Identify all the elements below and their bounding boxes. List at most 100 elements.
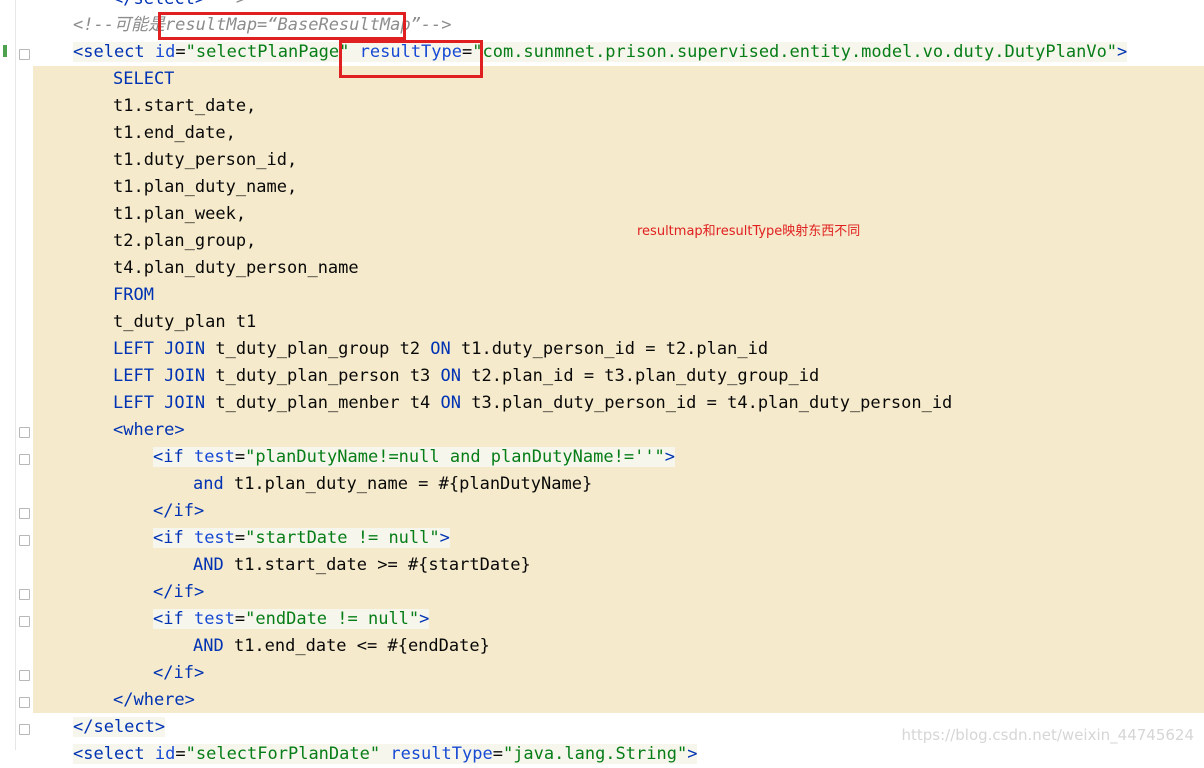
code-line[interactable]: </if> (33, 660, 204, 687)
code-token: = (492, 744, 503, 764)
code-line[interactable]: <if test="endDate != null"> (33, 606, 430, 633)
code-token: > (664, 447, 676, 467)
code-line[interactable]: SELECT (33, 66, 174, 93)
code-token: --> (205, 0, 246, 9)
code-line[interactable]: t4.plan_duty_person_name (33, 255, 359, 282)
code-token: "com.sunmnet.prison.supervised.entity.mo… (472, 42, 1118, 62)
code-token: "planDutyName!=null and planDutyName!=''… (245, 447, 665, 467)
code-token: t_duty_plan_group t2 (205, 339, 431, 359)
code-token: t1.end_date <= #{endDate} (223, 636, 490, 656)
red-highlight-box-resultmap (158, 12, 406, 40)
code-token: t_duty_plan_menber t4 (205, 393, 441, 413)
code-line[interactable]: LEFT JOIN t_duty_plan_person t3 ON t2.pl… (33, 363, 819, 390)
code-token: "startDate != null" (245, 528, 440, 548)
code-line[interactable]: t1.start_date, (33, 93, 256, 120)
fold-marker-icon[interactable] (19, 508, 30, 519)
code-line[interactable]: <where> (33, 417, 185, 444)
code-line[interactable]: <select id="selectPlanPage" resultType="… (33, 39, 1128, 66)
watermark: https://blog.csdn.net/weixin_44745624 (901, 726, 1194, 744)
fold-marker-icon[interactable] (19, 589, 30, 600)
code-token: = (234, 528, 246, 548)
gutter-divider (15, 0, 16, 750)
code-token: t4.plan_duty_person_name (113, 258, 359, 278)
code-token: t_duty_plan t1 (113, 312, 257, 332)
code-line[interactable]: FROM (33, 282, 154, 309)
annotation-text: resultmap和resultType映射东西不同 (637, 224, 861, 239)
code-token: = (175, 744, 186, 764)
fold-marker-icon[interactable] (19, 697, 30, 708)
fold-marker-icon[interactable] (19, 427, 30, 438)
code-line[interactable]: <if test="planDutyName!=null and planDut… (33, 444, 676, 471)
code-token: t2.plan_id = t3.plan_duty_group_id (461, 366, 820, 386)
code-line[interactable]: t1.plan_week, (33, 201, 246, 228)
code-token: <where> (113, 420, 185, 440)
code-token: </if> (153, 501, 205, 521)
code-line[interactable]: AND t1.end_date <= #{endDate} (33, 633, 490, 660)
code-token: "endDate != null" (245, 609, 420, 629)
code-line[interactable]: <if test="startDate != null"> (33, 525, 450, 552)
code-token: > (687, 744, 698, 764)
code-token: ON (430, 339, 451, 359)
code-line[interactable]: </if> (33, 579, 204, 606)
code-token: > (1117, 42, 1128, 62)
code-token: id (154, 744, 176, 764)
red-highlight-box-resulttype (339, 40, 483, 78)
fold-marker-icon[interactable] (19, 724, 30, 735)
code-line[interactable]: </if> (33, 498, 204, 525)
code-token: t1.duty_person_id = t2.plan_id (450, 339, 769, 359)
code-line[interactable]: LEFT JOIN t_duty_plan_menber t4 ON t3.pl… (33, 390, 952, 417)
code-token: t3.plan_duty_person_id = t4.plan_duty_pe… (461, 393, 953, 413)
code-line[interactable]: t2.plan_group, (33, 228, 256, 255)
code-line[interactable]: t1.duty_person_id, (33, 147, 297, 174)
code-token: t1.end_date, (113, 123, 236, 143)
code-token: t1.start_date, (113, 96, 257, 116)
fold-marker-icon[interactable] (19, 535, 30, 546)
code-token: "selectPlanPage" (185, 42, 350, 62)
code-line[interactable]: t1.plan_duty_name, (33, 174, 297, 201)
code-token: AND (193, 636, 224, 656)
fold-marker-icon[interactable] (19, 49, 30, 60)
code-token: > (439, 528, 450, 548)
code-token: test (193, 528, 235, 548)
code-token: test (193, 609, 235, 629)
code-token: id (154, 42, 176, 62)
code-token: test (193, 447, 235, 467)
code-line[interactable]: </select> (33, 714, 166, 741)
code-token: ON (440, 366, 462, 386)
code-token: <select (73, 42, 155, 62)
code-line[interactable]: </where> (33, 687, 195, 714)
code-line[interactable]: LEFT JOIN t_duty_plan_group t2 ON t1.dut… (33, 336, 768, 363)
code-token: LEFT JOIN (113, 339, 206, 359)
code-token: = (234, 447, 246, 467)
code-line[interactable]: AND t1.start_date >= #{startDate} (33, 552, 531, 579)
code-token: resultType (390, 744, 493, 764)
code-token: <if (153, 528, 194, 548)
code-token: = (175, 42, 186, 62)
code-token: LEFT JOIN (113, 393, 206, 413)
code-token: "selectForPlanDate" (185, 744, 381, 764)
code-token: <select (73, 744, 155, 764)
code-token: t1.plan_duty_name, (113, 177, 298, 197)
code-token: = (234, 609, 246, 629)
code-token: "java.lang.String" (502, 744, 688, 764)
fold-marker-icon[interactable] (19, 670, 30, 681)
code-token: <if (153, 447, 194, 467)
code-token: > (419, 609, 430, 629)
code-line[interactable]: and t1.plan_duty_name = #{planDutyName} (33, 471, 592, 498)
code-token: t_duty_plan_person t3 (205, 366, 441, 386)
code-line[interactable]: t1.end_date, (33, 120, 236, 147)
editor-gutter (0, 0, 32, 750)
code-line[interactable]: <select id="selectForPlanDate" resultTyp… (33, 741, 698, 768)
fold-marker-icon[interactable] (19, 616, 30, 627)
code-token: </if> (153, 582, 205, 602)
code-token: </select> (113, 0, 205, 9)
vcs-change-marker (3, 45, 7, 57)
code-token: </select> (73, 717, 166, 737)
code-token: t1.plan_duty_name = #{planDutyName} (223, 474, 593, 494)
code-token: LEFT JOIN (113, 366, 206, 386)
code-token: </where> (113, 690, 195, 710)
code-token: AND (193, 555, 224, 575)
code-line[interactable]: t_duty_plan t1 (33, 309, 256, 336)
fold-marker-icon[interactable] (19, 454, 30, 465)
